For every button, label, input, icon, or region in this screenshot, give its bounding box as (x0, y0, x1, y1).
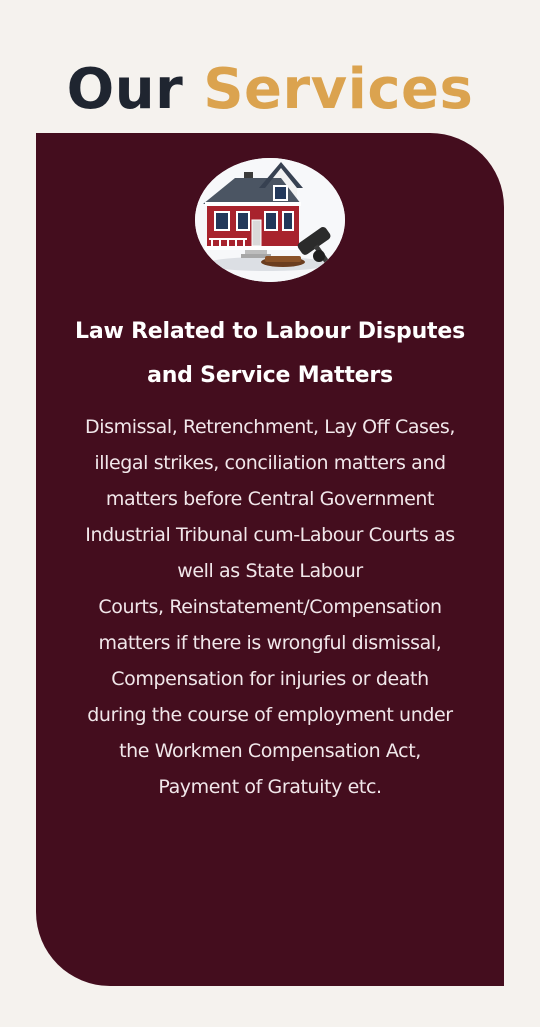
service-description-line: Courts, Reinstatement/Compensation (98, 596, 442, 618)
service-description-line: Industrial Tribunal cum-Labour Courts as (85, 524, 455, 546)
heading-word-services: Services (203, 56, 474, 122)
section-heading: Our Services (0, 52, 540, 128)
service-description-line: illegal strikes, conciliation matters an… (94, 452, 446, 474)
heading-word-our: Our (66, 56, 184, 122)
service-description-line: Dismissal, Retrenchment, Lay Off Cases, (85, 416, 455, 438)
service-description-line: matters if there is wrongful dismissal, (98, 632, 442, 654)
house-gavel-icon (195, 158, 345, 282)
service-description-line: well as State Labour (177, 560, 363, 582)
service-card-labour-disputes[interactable]: Law Related to Labour Disputes and Servi… (36, 133, 504, 986)
service-title: Law Related to Labour Disputes and Servi… (52, 310, 488, 398)
service-title-line: and Service Matters (147, 363, 393, 388)
service-description-line: the Workmen Compensation Act, (119, 740, 421, 762)
service-description: Dismissal, Retrenchment, Lay Off Cases, … (50, 409, 490, 805)
service-description-line: during the course of employment under (87, 704, 453, 726)
service-description-line: Payment of Gratuity etc. (158, 776, 382, 798)
service-description-line: Compensation for injuries or death (111, 668, 429, 690)
service-title-line: Law Related to Labour Disputes (75, 319, 465, 344)
service-description-line: matters before Central Government (105, 488, 435, 510)
